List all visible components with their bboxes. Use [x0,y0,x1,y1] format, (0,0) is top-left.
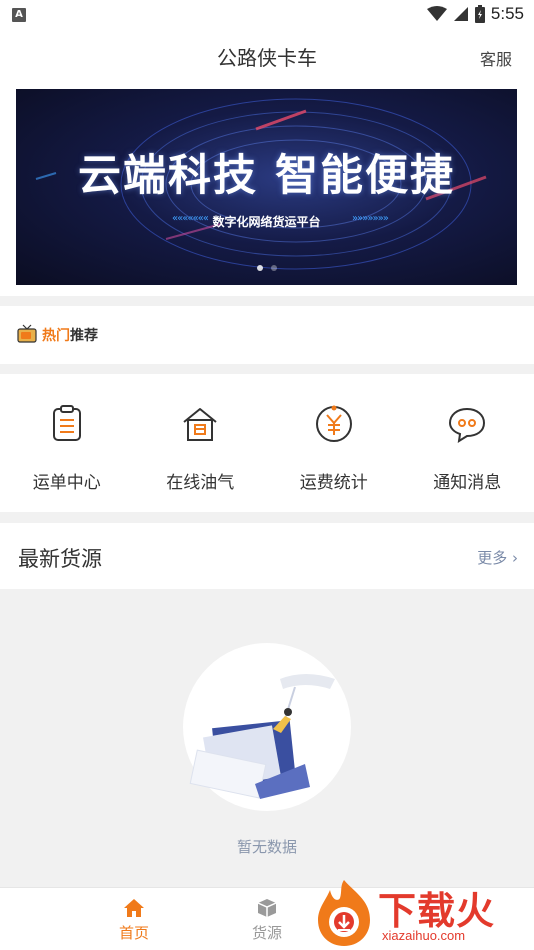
yuan-icon [315,405,352,442]
wifi-icon [426,6,447,21]
hot-label-part1: 热门 [42,328,70,344]
app-header: 公路侠卡车 客服 [0,30,534,84]
section-divider [0,296,534,306]
battery-icon [474,5,485,23]
gas-station-icon [183,408,217,441]
empty-state: 暂无数据 [0,589,534,887]
tab-label: 货源 [251,924,282,942]
banner-subtitle: 数字化网络货运平台 [212,215,321,229]
latest-goods-header: 最新货源 更多 › [0,523,534,589]
tv-icon [17,324,37,343]
menu-item-freight-stats[interactable]: 运费统计 [267,374,401,512]
home-icon [124,899,144,917]
more-link[interactable]: 更多 › [477,547,518,568]
empty-illustration [189,674,335,799]
signal-icon [453,7,468,21]
section-divider [0,512,534,523]
banner-title: 云端科技 智能便捷 [78,151,455,201]
status-time: 5:55 [490,4,524,23]
chat-bubble-icon [449,407,486,443]
menu-item-label: 通知消息 [433,473,502,493]
hot-label-part2: 推荐 [70,328,98,344]
tab-goods[interactable]: 货源 [227,888,307,950]
tab-label: 首页 [118,924,149,942]
tab-home[interactable]: 首页 [94,888,174,950]
watermark-url: xiazaihuo.com [382,928,466,943]
pagination-dot[interactable] [270,265,277,271]
section-title: 最新货源 [18,547,102,571]
watermark: 下载火 xiazaihuo.com [314,878,534,950]
watermark-text: 下载火 [378,889,496,933]
status-bar: A 5:55 [0,0,534,30]
page-title: 公路侠卡车 [217,46,317,70]
hot-recommend-label: 热门推荐 [42,325,98,345]
empty-text: 暂无数据 [236,838,297,856]
menu-item-notifications[interactable]: 通知消息 [401,374,534,512]
pagination-dot-active[interactable] [256,265,263,271]
hot-recommend-section: 热门推荐 [0,306,534,364]
promo-banner[interactable]: 云端科技 智能便捷 ««««««« 数字化网络货运平台 »»»»»»» [16,89,517,285]
section-divider [0,364,534,374]
quick-menu: 运单中心 在线油气 运费统计 通知消息 [0,374,534,512]
flame-logo-icon [318,880,370,946]
status-icons: 5:55 [426,4,524,24]
menu-item-gas[interactable]: 在线油气 [134,374,268,512]
menu-item-waybill[interactable]: 运单中心 [0,374,134,512]
banner-arrows-right: »»»»»»» [352,213,389,224]
menu-item-label: 运费统计 [299,473,368,493]
notification-icon: A [12,8,26,22]
menu-item-label: 在线油气 [166,473,235,493]
menu-item-label: 运单中心 [32,473,101,493]
box-icon [257,899,277,917]
clipboard-icon [52,405,81,441]
banner-pagination [16,265,517,271]
customer-service-button[interactable]: 客服 [480,46,512,70]
